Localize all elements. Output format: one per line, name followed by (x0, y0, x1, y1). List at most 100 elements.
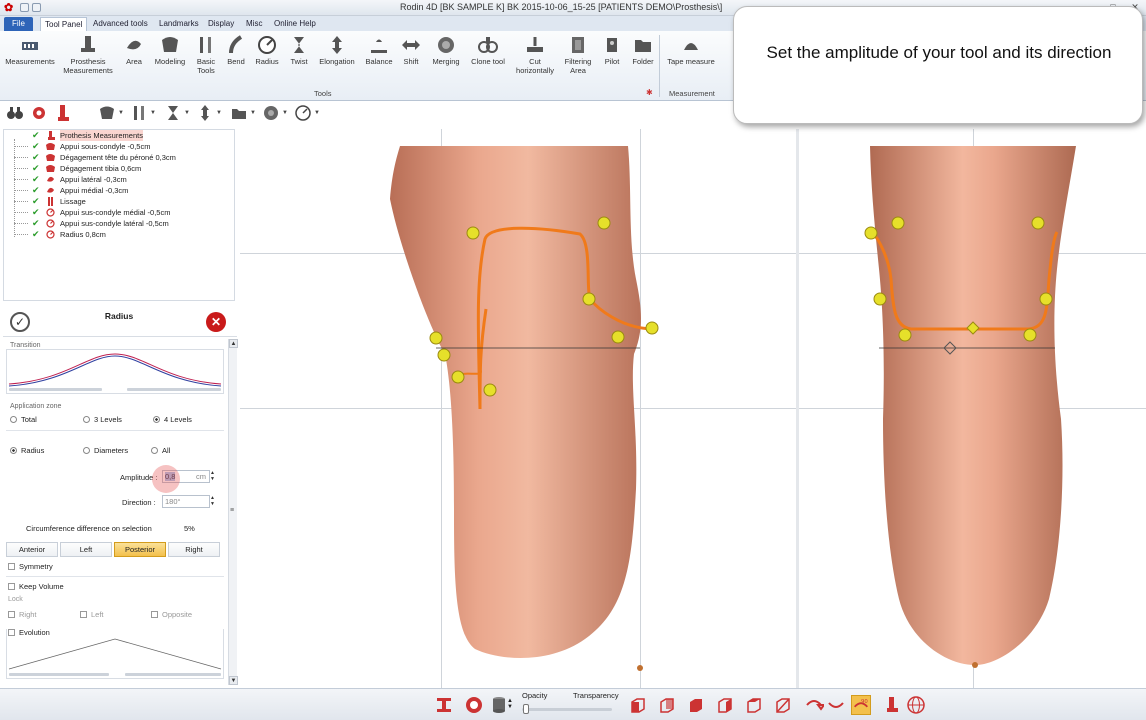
tree-item-appui-lateral[interactable]: ✔ Appui latéral -0,3cm (4, 174, 234, 185)
elongation-button[interactable]: Elongation (317, 34, 357, 66)
evolution-curve-editor[interactable] (6, 629, 224, 679)
scroll-up-arrow-icon[interactable]: ▲ (229, 339, 238, 348)
tab-tool-panel[interactable]: Tool Panel (40, 17, 88, 31)
binoculars-icon[interactable] (6, 104, 24, 122)
view-back-cube-icon[interactable] (657, 695, 677, 715)
opacity-slider-thumb[interactable] (523, 704, 529, 714)
radius-dropdown-chevron-icon[interactable]: ▼ (314, 110, 320, 116)
globe-view-icon[interactable] (464, 695, 484, 715)
bend-button[interactable]: Bend (225, 34, 247, 66)
tab-landmarks[interactable]: Landmarks (155, 17, 203, 31)
prosthesis-view-icon[interactable] (882, 695, 902, 715)
merging-button[interactable]: Merging (428, 34, 464, 66)
tree-item-appui-sus-condyle-medial[interactable]: ✔ Appui sus-condyle médial -0,5cm (4, 207, 234, 218)
tab-misc[interactable]: Misc (242, 17, 266, 31)
lock-left-checkbox[interactable]: Left (80, 610, 104, 619)
lock-opposite-checkbox[interactable]: Opposite (151, 610, 192, 619)
zone-total-radio[interactable]: Total (10, 415, 37, 424)
direction-input[interactable]: 180° (162, 495, 210, 508)
wireframe-globe-icon[interactable] (906, 695, 926, 715)
basic-tools-button[interactable]: Basic Tools (194, 34, 218, 75)
right-button[interactable]: Right (168, 542, 220, 557)
cylinder-dropdown-chevron-icon[interactable]: ▲ ▼ (507, 698, 513, 710)
area-button[interactable]: Area (122, 34, 146, 66)
prosthesis-leg-icon[interactable] (54, 104, 72, 122)
basic-tools-small-icon[interactable] (130, 104, 148, 122)
tab-online-help[interactable]: Online Help (270, 17, 320, 31)
view-front-cube-icon[interactable] (628, 695, 648, 715)
rotate-icon[interactable] (804, 695, 824, 715)
zone-3-levels-radio[interactable]: 3 Levels (83, 415, 122, 424)
tape-measure-button[interactable]: Tape measure (665, 34, 717, 66)
rotate-90-icon[interactable]: 90 (851, 695, 871, 715)
tab-display[interactable]: Display (204, 17, 238, 31)
lock-right-checkbox[interactable]: Right (8, 610, 37, 619)
scroll-thumb-grip[interactable]: ≡ (230, 507, 234, 514)
modeling-tool-icon[interactable] (98, 104, 116, 122)
modeling-dropdown-chevron-icon[interactable]: ▼ (118, 110, 124, 116)
mode-radius-radio[interactable]: Radius (10, 446, 44, 455)
twist-dropdown-chevron-icon[interactable]: ▼ (184, 110, 190, 116)
view-top-cube-icon[interactable] (744, 695, 764, 715)
scroll-down-arrow-icon[interactable]: ▼ (229, 676, 238, 685)
prosthesis-measurements-button[interactable]: Prosthesis Measurements (62, 34, 114, 75)
tree-item-degagement-tibia[interactable]: ✔ Dégagement tibia 0,6cm (4, 163, 234, 174)
merging-dropdown-chevron-icon[interactable]: ▼ (282, 110, 288, 116)
quick-access-save-icon[interactable] (20, 3, 29, 12)
tree-item-lissage[interactable]: ✔ Lissage (4, 196, 234, 207)
folder-dropdown-chevron-icon[interactable]: ▼ (250, 110, 256, 116)
align-icon[interactable] (434, 695, 454, 715)
application-zone-label: Application zone (10, 403, 62, 410)
tree-item-appui-sus-condyle-lateral[interactable]: ✔ Appui sus-condyle latéral -0,5cm (4, 218, 234, 229)
posterior-button[interactable]: Posterior (114, 542, 166, 557)
shift-button[interactable]: Shift (400, 34, 422, 66)
cut-horizontally-button[interactable]: Cut horizontally (513, 34, 557, 75)
view-left-cube-icon[interactable] (686, 695, 706, 715)
viewport-front[interactable] (799, 129, 1146, 688)
rotate-reverse-icon[interactable] (826, 695, 846, 715)
mode-all-radio[interactable]: All (151, 446, 170, 455)
mode-diameters-radio[interactable]: Diameters (83, 446, 128, 455)
radius-button[interactable]: Radius (253, 34, 281, 66)
balance-button[interactable]: Balance (364, 34, 394, 66)
pilot-button[interactable]: Pilot (600, 34, 624, 66)
folder-button[interactable]: Folder (629, 34, 657, 66)
measurements-button[interactable]: Measurements (4, 34, 56, 66)
zone-4-levels-radio[interactable]: 4 Levels (153, 415, 192, 424)
transition-curve-editor[interactable] (6, 349, 224, 394)
elongation-dropdown-chevron-icon[interactable]: ▼ (216, 110, 222, 116)
basic-tools-dropdown-chevron-icon[interactable]: ▼ (150, 110, 156, 116)
tree-item-appui-medial[interactable]: ✔ Appui médial -0,3cm (4, 185, 234, 196)
settings-cog-icon[interactable] (30, 104, 48, 122)
folder-small-icon[interactable] (230, 104, 248, 122)
tree-item-degagement-tete-perone[interactable]: ✔ Dégagement tête du péroné 0,3cm (4, 152, 234, 163)
opacity-slider[interactable] (522, 708, 612, 711)
filtering-area-button[interactable]: Filtering Area (560, 34, 596, 75)
radio-dot (10, 416, 17, 423)
direction-spinner[interactable]: ▲ ▼ (209, 495, 216, 508)
radius-small-icon[interactable] (294, 104, 312, 122)
left-button[interactable]: Left (60, 542, 112, 557)
twist-button[interactable]: Twist (287, 34, 311, 66)
elongation-small-icon[interactable] (196, 104, 214, 122)
tree-item-radius[interactable]: ✔ Radius 0,8cm (4, 229, 234, 240)
anterior-button[interactable]: Anterior (6, 542, 58, 557)
tab-advanced-tools[interactable]: Advanced tools (89, 17, 152, 31)
symmetry-checkbox[interactable]: Symmetry (8, 562, 53, 571)
merging-small-icon[interactable] (262, 104, 280, 122)
cancel-button[interactable]: ✕ (206, 312, 226, 332)
twist-small-icon[interactable] (164, 104, 182, 122)
view-bottom-cube-icon[interactable] (773, 695, 793, 715)
modeling-button[interactable]: Modeling (152, 34, 188, 66)
panel-scrollbar[interactable]: ▲ ≡ ▼ (228, 339, 238, 685)
view-right-cube-icon[interactable] (715, 695, 735, 715)
amplitude-spinner[interactable]: ▲ ▼ (209, 470, 216, 483)
tree-item-prothesis-measurements[interactable]: ✔ Prothesis Measurements (4, 130, 234, 141)
tree-item-appui-sous-condyle[interactable]: ✔ Appui sous-condyle -0,5cm (4, 141, 234, 152)
clone-tool-button[interactable]: Clone tool (469, 34, 507, 66)
tab-file[interactable]: File (4, 17, 33, 31)
keep-volume-checkbox[interactable]: Keep Volume (8, 582, 64, 591)
viewport-side[interactable] (240, 129, 796, 688)
settings-gear-icon[interactable]: ✱ (646, 88, 653, 97)
quick-access-undo-icon[interactable] (32, 3, 41, 12)
